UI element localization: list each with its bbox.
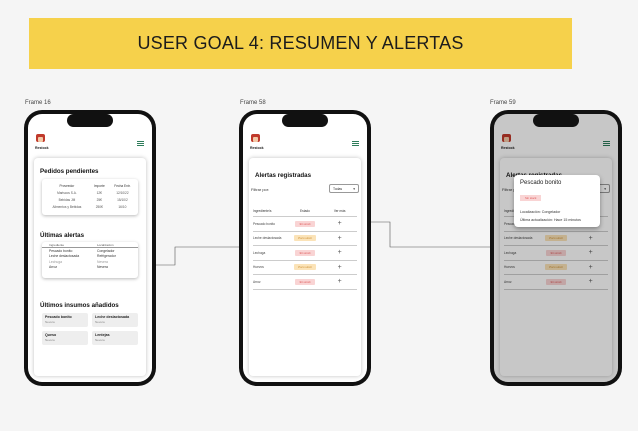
phone-frame-58: Restock Alertas registradas Filtrar por:… [239,110,371,386]
table-row[interactable]: Pescado bonitoSin stock+ [253,217,357,232]
alerts-screen: Restock Alertas registradas Filtrar por:… [243,114,367,382]
frame-label-16: Frame 16 [25,100,51,106]
col-header: Importe [93,183,105,188]
pedidos-title: Pedidos pendientes [40,168,99,175]
frame-label-58: Frame 58 [240,100,266,106]
col-header: Proveedor [59,183,75,188]
status-badge: Poco stock [294,235,316,242]
phone-notch [533,114,579,127]
list-item[interactable]: Pescado bonito Congelador [42,248,138,253]
modal-backdrop[interactable] [494,114,618,382]
plus-icon[interactable]: + [322,278,357,285]
insumo-card[interactable]: Lentejas Nevera [92,331,138,345]
hamburger-menu-icon[interactable] [352,141,359,146]
alert-detail-screen: Restock Alertas registradas Filtrar por:… [494,114,618,382]
phone-frame-59: Restock Alertas registradas Filtrar por:… [490,110,622,386]
filter-select[interactable]: Todas ▾ [329,184,359,193]
list-item[interactable]: Arroz Nevera [42,265,138,270]
table-row[interactable]: Bebidas JM 25€ 15/10/2 [44,196,136,203]
insumos-grid: Pescado bonito Nevera Leche deslactosada N… [42,313,138,345]
home-screen: Restock Pedidos pendientes Proveedor Impo… [28,114,152,382]
list-item[interactable]: Leche deslactosada Refrigerador [42,254,138,259]
phone-notch [67,114,113,127]
alertas-title: Últimas alertas [40,232,85,239]
hamburger-menu-icon[interactable] [137,141,144,146]
pedidos-table: Proveedor Importe Fecha Entr. Mariscos S.A… [44,182,136,210]
phone-notch [282,114,328,127]
status-badge: Poco stock [294,264,316,271]
table-row[interactable]: Mariscos S.A. 12€ 12/10/22 [44,189,136,196]
alert-detail-modal: Pescado bonito Sin stock Localización: C… [514,175,600,227]
plus-icon[interactable]: + [322,235,357,242]
plus-icon[interactable]: + [322,220,357,227]
chevron-down-icon: ▾ [353,186,355,191]
insumo-card[interactable]: Queso Nevera [42,331,88,345]
table-row[interactable]: Huevos Poco stock + [253,261,357,275]
insumo-card[interactable]: Leche deslactosada Nevera [92,313,138,327]
alerts-table: Ingrediente/s Estado Ver más Pescado bon… [253,206,357,290]
table-row[interactable]: Lechuga Sin stock + [253,246,357,261]
alerts-title: Alertas registradas [255,172,312,179]
pedidos-card[interactable]: Proveedor Importe Fecha Entr. Mariscos S.A… [42,179,138,215]
restock-logo-icon [251,134,260,145]
goal-banner: USER GOAL 4: RESUMEN Y ALERTAS [29,18,572,69]
table-row[interactable]: Alimentos y Bebidas 250€ 16/10 [44,203,136,210]
list-item[interactable]: Lechuga Nevera [42,259,138,264]
status-badge: Sin stock [295,220,315,227]
table-row[interactable]: Leche deslactosada Poco stock + [253,232,357,246]
restock-logo-icon [36,134,45,145]
alerts-header-row: Ingrediente/s Estado Ver más [253,206,357,217]
alertas-card[interactable]: Ingrediente Localización Pescado bonito Co… [42,242,138,278]
frame-label-59: Frame 59 [490,100,516,106]
table-row[interactable]: Arroz Sin stock + [253,275,357,290]
logo-text: Restock [250,146,264,150]
insumo-card[interactable]: Pescado bonito Nevera [42,313,88,327]
modal-location: Localización: Congelador [520,210,561,214]
banner-title: USER GOAL 4: RESUMEN Y ALERTAS [137,33,464,53]
logo-text: Restock [35,146,49,150]
modal-last-update: Última actualización: Hace 15 minutos [520,218,581,222]
plus-icon[interactable]: + [322,264,357,271]
insumos-title: Últimos insumos añadidos [40,302,119,309]
plus-icon[interactable]: + [322,249,357,256]
status-badge: Sin stock [520,195,542,201]
status-badge: Sin stock [295,278,315,285]
home-panel: Pedidos pendientes Proveedor Importe Fecha… [34,158,146,376]
status-badge: Sin stock [295,249,315,256]
col-header: Fecha Entr. [114,183,131,188]
modal-title: Pescado bonito [520,180,562,186]
filter-label: Filtrar por: [251,187,270,192]
phone-frame-16: Restock Pedidos pendientes Proveedor Impo… [24,110,156,386]
